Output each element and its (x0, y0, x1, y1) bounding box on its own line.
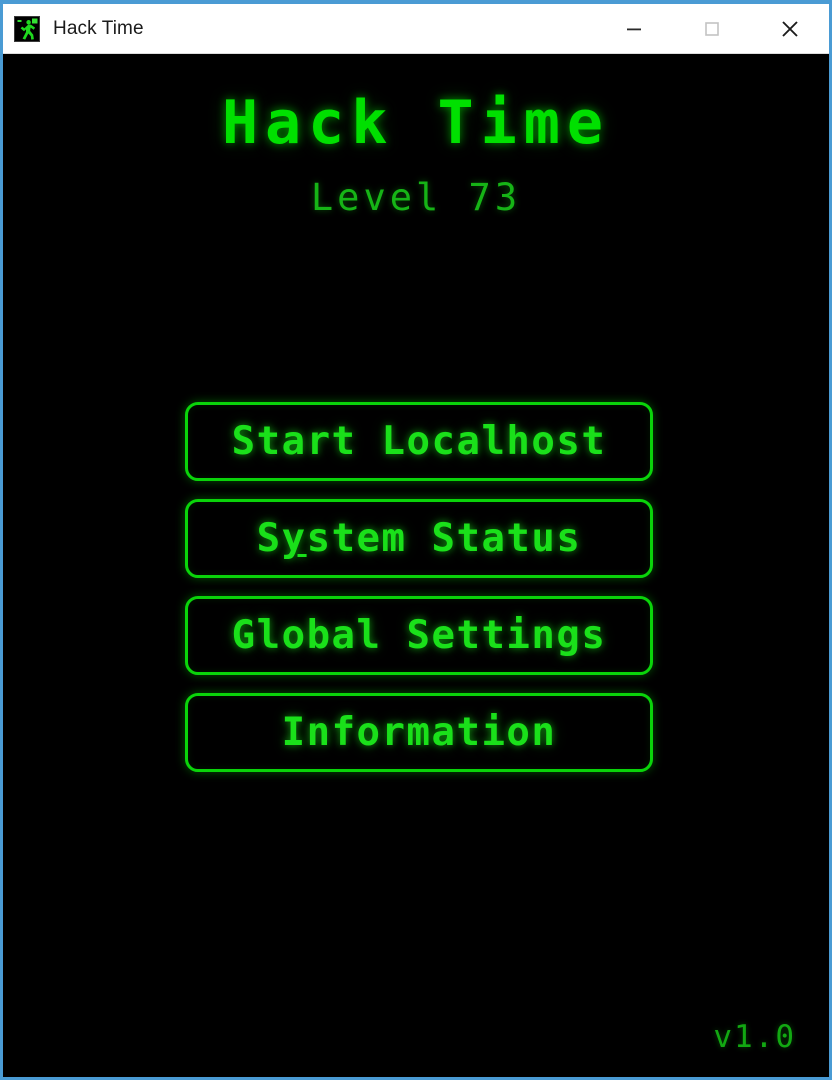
main-menu: Start Localhost System Status Global Set… (185, 402, 653, 772)
minimize-button[interactable] (595, 4, 673, 53)
close-icon (778, 17, 802, 41)
running-man-icon (14, 15, 40, 42)
window-controls (595, 4, 829, 53)
information-button[interactable]: Information (185, 693, 653, 772)
system-status-button[interactable]: System Status (185, 499, 653, 578)
global-settings-label: Global Settings (231, 613, 607, 658)
information-label: Information (281, 710, 557, 755)
maximize-icon (701, 18, 723, 40)
global-settings-button[interactable]: Global Settings (185, 596, 653, 675)
page-title: Hack Time (221, 88, 611, 158)
window-title: Hack Time (53, 17, 144, 39)
title-bar-left: Hack Time (3, 15, 595, 42)
system-status-label: System Status (256, 516, 582, 561)
title-bar[interactable]: Hack Time (3, 4, 829, 54)
level-indicator: Level 73 (310, 176, 522, 219)
maximize-button[interactable] (673, 4, 751, 53)
close-button[interactable] (751, 4, 829, 53)
start-localhost-button[interactable]: Start Localhost (185, 402, 653, 481)
minimize-icon (623, 18, 645, 40)
version-label: v1.0 (713, 1019, 796, 1055)
client-area: Hack Time Level 73 Start Localhost Syste… (3, 54, 829, 1077)
application-window: Hack Time Hack Time Level 73 Start Local… (0, 0, 832, 1080)
start-localhost-label: Start Localhost (231, 419, 607, 464)
